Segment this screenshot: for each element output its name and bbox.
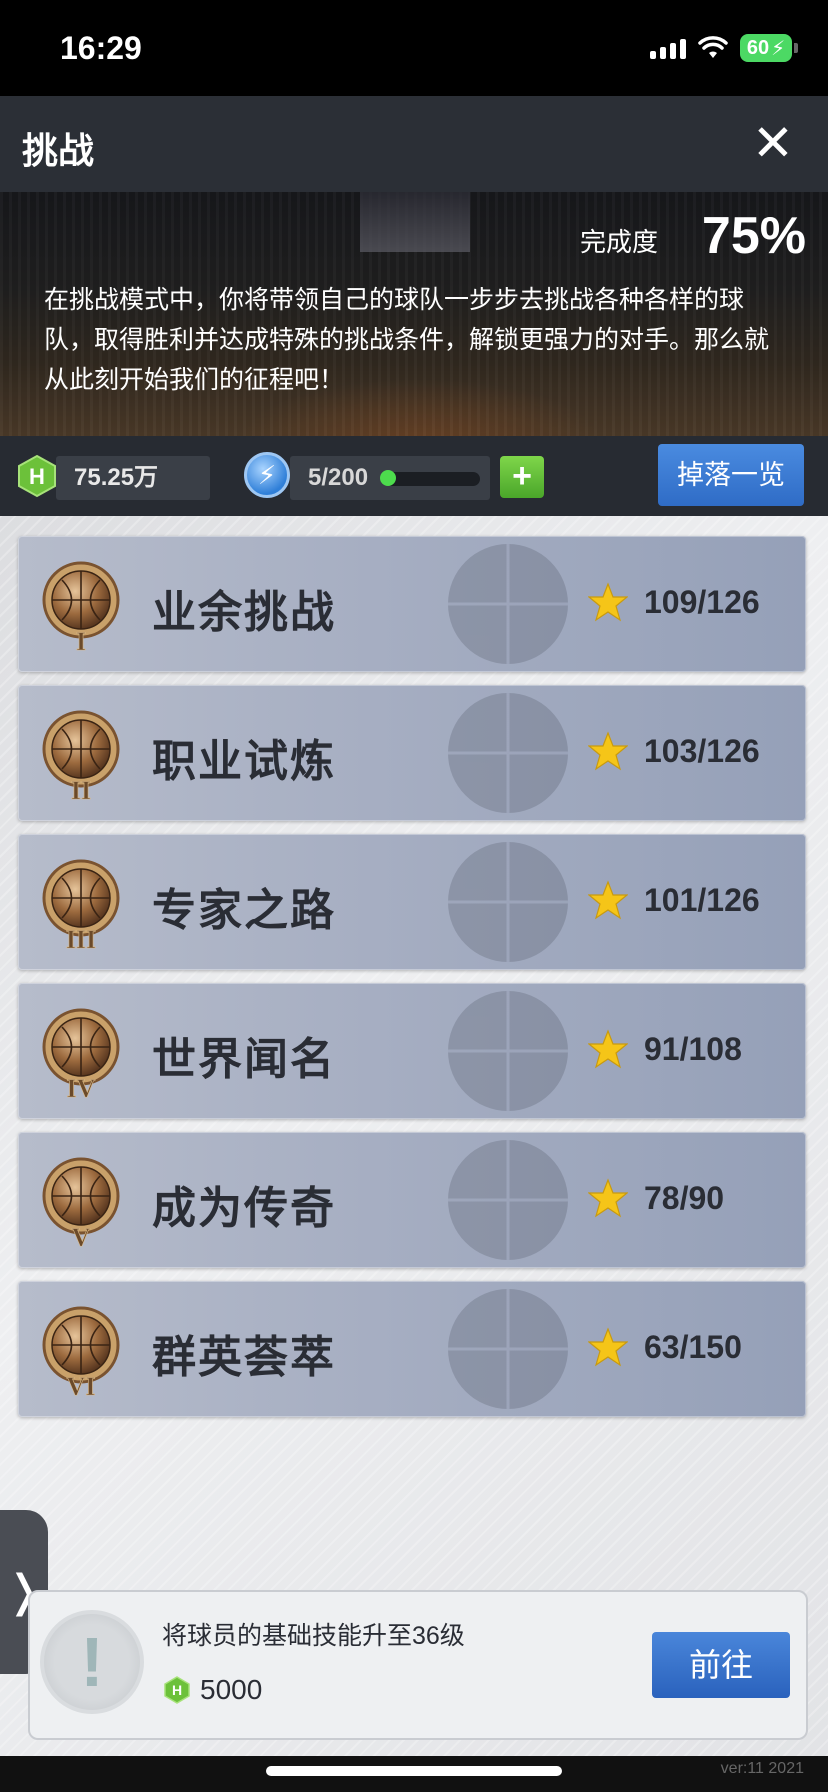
svg-text:I: I bbox=[76, 627, 86, 656]
star-icon bbox=[588, 1327, 628, 1367]
add-energy-button[interactable]: + bbox=[500, 456, 544, 498]
charging-bolt-icon: ⚡ bbox=[771, 37, 786, 60]
energy-icon: ⚡ bbox=[244, 452, 290, 498]
star-count: 63/150 bbox=[644, 1329, 742, 1365]
challenge-item-1[interactable]: I 业余挑战 109/126 bbox=[18, 536, 806, 672]
challenge-name: 业余挑战 bbox=[152, 588, 336, 637]
challenge-item-2[interactable]: II 职业试炼 103/126 bbox=[18, 685, 806, 821]
status-bar: 16:29 60 ⚡ bbox=[0, 0, 828, 96]
drop-list-button[interactable]: 掉落一览 bbox=[658, 444, 804, 506]
version-label: ver:11 2021 bbox=[720, 1760, 804, 1777]
challenge-item-5[interactable]: V 成为传奇 78/90 bbox=[18, 1132, 806, 1268]
page-title: 挑战 bbox=[22, 130, 95, 171]
medal-basketball-icon: IV bbox=[42, 1008, 120, 1103]
star-icon bbox=[588, 582, 628, 622]
svg-text:IV: IV bbox=[67, 1074, 96, 1103]
challenge-item-3[interactable]: III 专家之路 101/126 bbox=[18, 834, 806, 970]
wifi-icon bbox=[698, 36, 728, 58]
challenge-name: 成为传奇 bbox=[152, 1184, 336, 1233]
basketball-decoration-icon bbox=[448, 991, 568, 1111]
battery-level: 60 bbox=[746, 36, 770, 59]
exclamation-icon: ! bbox=[40, 1610, 144, 1714]
star-icon bbox=[588, 1029, 628, 1069]
coin-icon: H bbox=[164, 1676, 190, 1704]
svg-text:II: II bbox=[71, 776, 91, 805]
energy-progress-fill bbox=[380, 470, 396, 486]
basketball-decoration-icon bbox=[448, 693, 568, 813]
coin-icon: H bbox=[18, 454, 56, 498]
home-indicator[interactable] bbox=[266, 1766, 562, 1776]
challenge-item-6[interactable]: VI 群英荟萃 63/150 bbox=[18, 1281, 806, 1417]
star-icon bbox=[588, 731, 628, 771]
task-description: 将球员的基础技能升至36级 bbox=[162, 1622, 465, 1650]
svg-text:III: III bbox=[66, 925, 96, 954]
completion-label: 完成度 bbox=[580, 227, 659, 257]
mode-description: 在挑战模式中，你将带领自己的球队一步步去挑战各种各样的球队，取得胜利并达成特殊的… bbox=[44, 286, 770, 394]
header: 挑战 ✕ bbox=[0, 96, 828, 192]
medal-basketball-icon: VI bbox=[42, 1306, 120, 1401]
basketball-decoration-icon bbox=[448, 544, 568, 664]
energy-meter: 5/200 bbox=[290, 456, 490, 500]
medal-basketball-icon: I bbox=[42, 561, 120, 656]
resource-bar: H 75.25万 ⚡ 5/200 + 掉落一览 bbox=[0, 436, 828, 516]
energy-value: 5/200 bbox=[308, 464, 369, 491]
go-button[interactable]: 前往 bbox=[652, 1632, 790, 1698]
challenge-name: 专家之路 bbox=[152, 886, 336, 935]
close-button[interactable]: ✕ bbox=[746, 116, 800, 170]
star-count: 101/126 bbox=[644, 882, 760, 918]
challenge-item-4[interactable]: IV 世界闻名 91/108 bbox=[18, 983, 806, 1119]
energy-progress-track bbox=[382, 472, 480, 486]
star-icon bbox=[588, 880, 628, 920]
svg-text:V: V bbox=[72, 1223, 91, 1252]
challenge-list-area: I 业余挑战 109/126 II 职业试炼 103/126 III 专家之路 … bbox=[0, 516, 828, 1756]
medal-basketball-icon: III bbox=[42, 859, 120, 954]
svg-text:VI: VI bbox=[67, 1372, 96, 1401]
coin-balance: 75.25万 bbox=[56, 456, 210, 500]
basketball-decoration-icon bbox=[448, 842, 568, 962]
completion-value: 75% bbox=[701, 207, 806, 265]
star-count: 78/90 bbox=[644, 1180, 725, 1216]
signal-icon bbox=[650, 37, 686, 59]
challenge-name: 世界闻名 bbox=[152, 1035, 336, 1084]
challenge-name: 群英荟萃 bbox=[152, 1333, 336, 1382]
star-icon bbox=[588, 1178, 628, 1218]
status-time: 16:29 bbox=[60, 30, 142, 66]
battery-icon: 60 ⚡ bbox=[740, 34, 798, 62]
medal-basketball-icon: V bbox=[42, 1157, 120, 1252]
status-icons: 60 ⚡ bbox=[650, 34, 798, 62]
star-count: 109/126 bbox=[644, 584, 760, 620]
challenge-list: I 业余挑战 109/126 II 职业试炼 103/126 III 专家之路 … bbox=[18, 536, 806, 1430]
task-panel: ! 将球员的基础技能升至36级 H 5000 前往 bbox=[28, 1590, 808, 1740]
basketball-decoration-icon bbox=[448, 1289, 568, 1409]
challenge-name: 职业试炼 bbox=[152, 737, 336, 786]
challenge-banner: 完成度 75% 在挑战模式中，你将带领自己的球队一步步去挑战各种各样的球队，取得… bbox=[0, 192, 828, 436]
medal-basketball-icon: II bbox=[42, 710, 120, 805]
svg-text:H: H bbox=[172, 1682, 182, 1698]
task-reward-value: 5000 bbox=[200, 1674, 263, 1705]
svg-text:H: H bbox=[29, 464, 45, 489]
star-count: 103/126 bbox=[644, 733, 760, 769]
basketball-decoration-icon bbox=[448, 1140, 568, 1260]
star-count: 91/108 bbox=[644, 1031, 742, 1067]
